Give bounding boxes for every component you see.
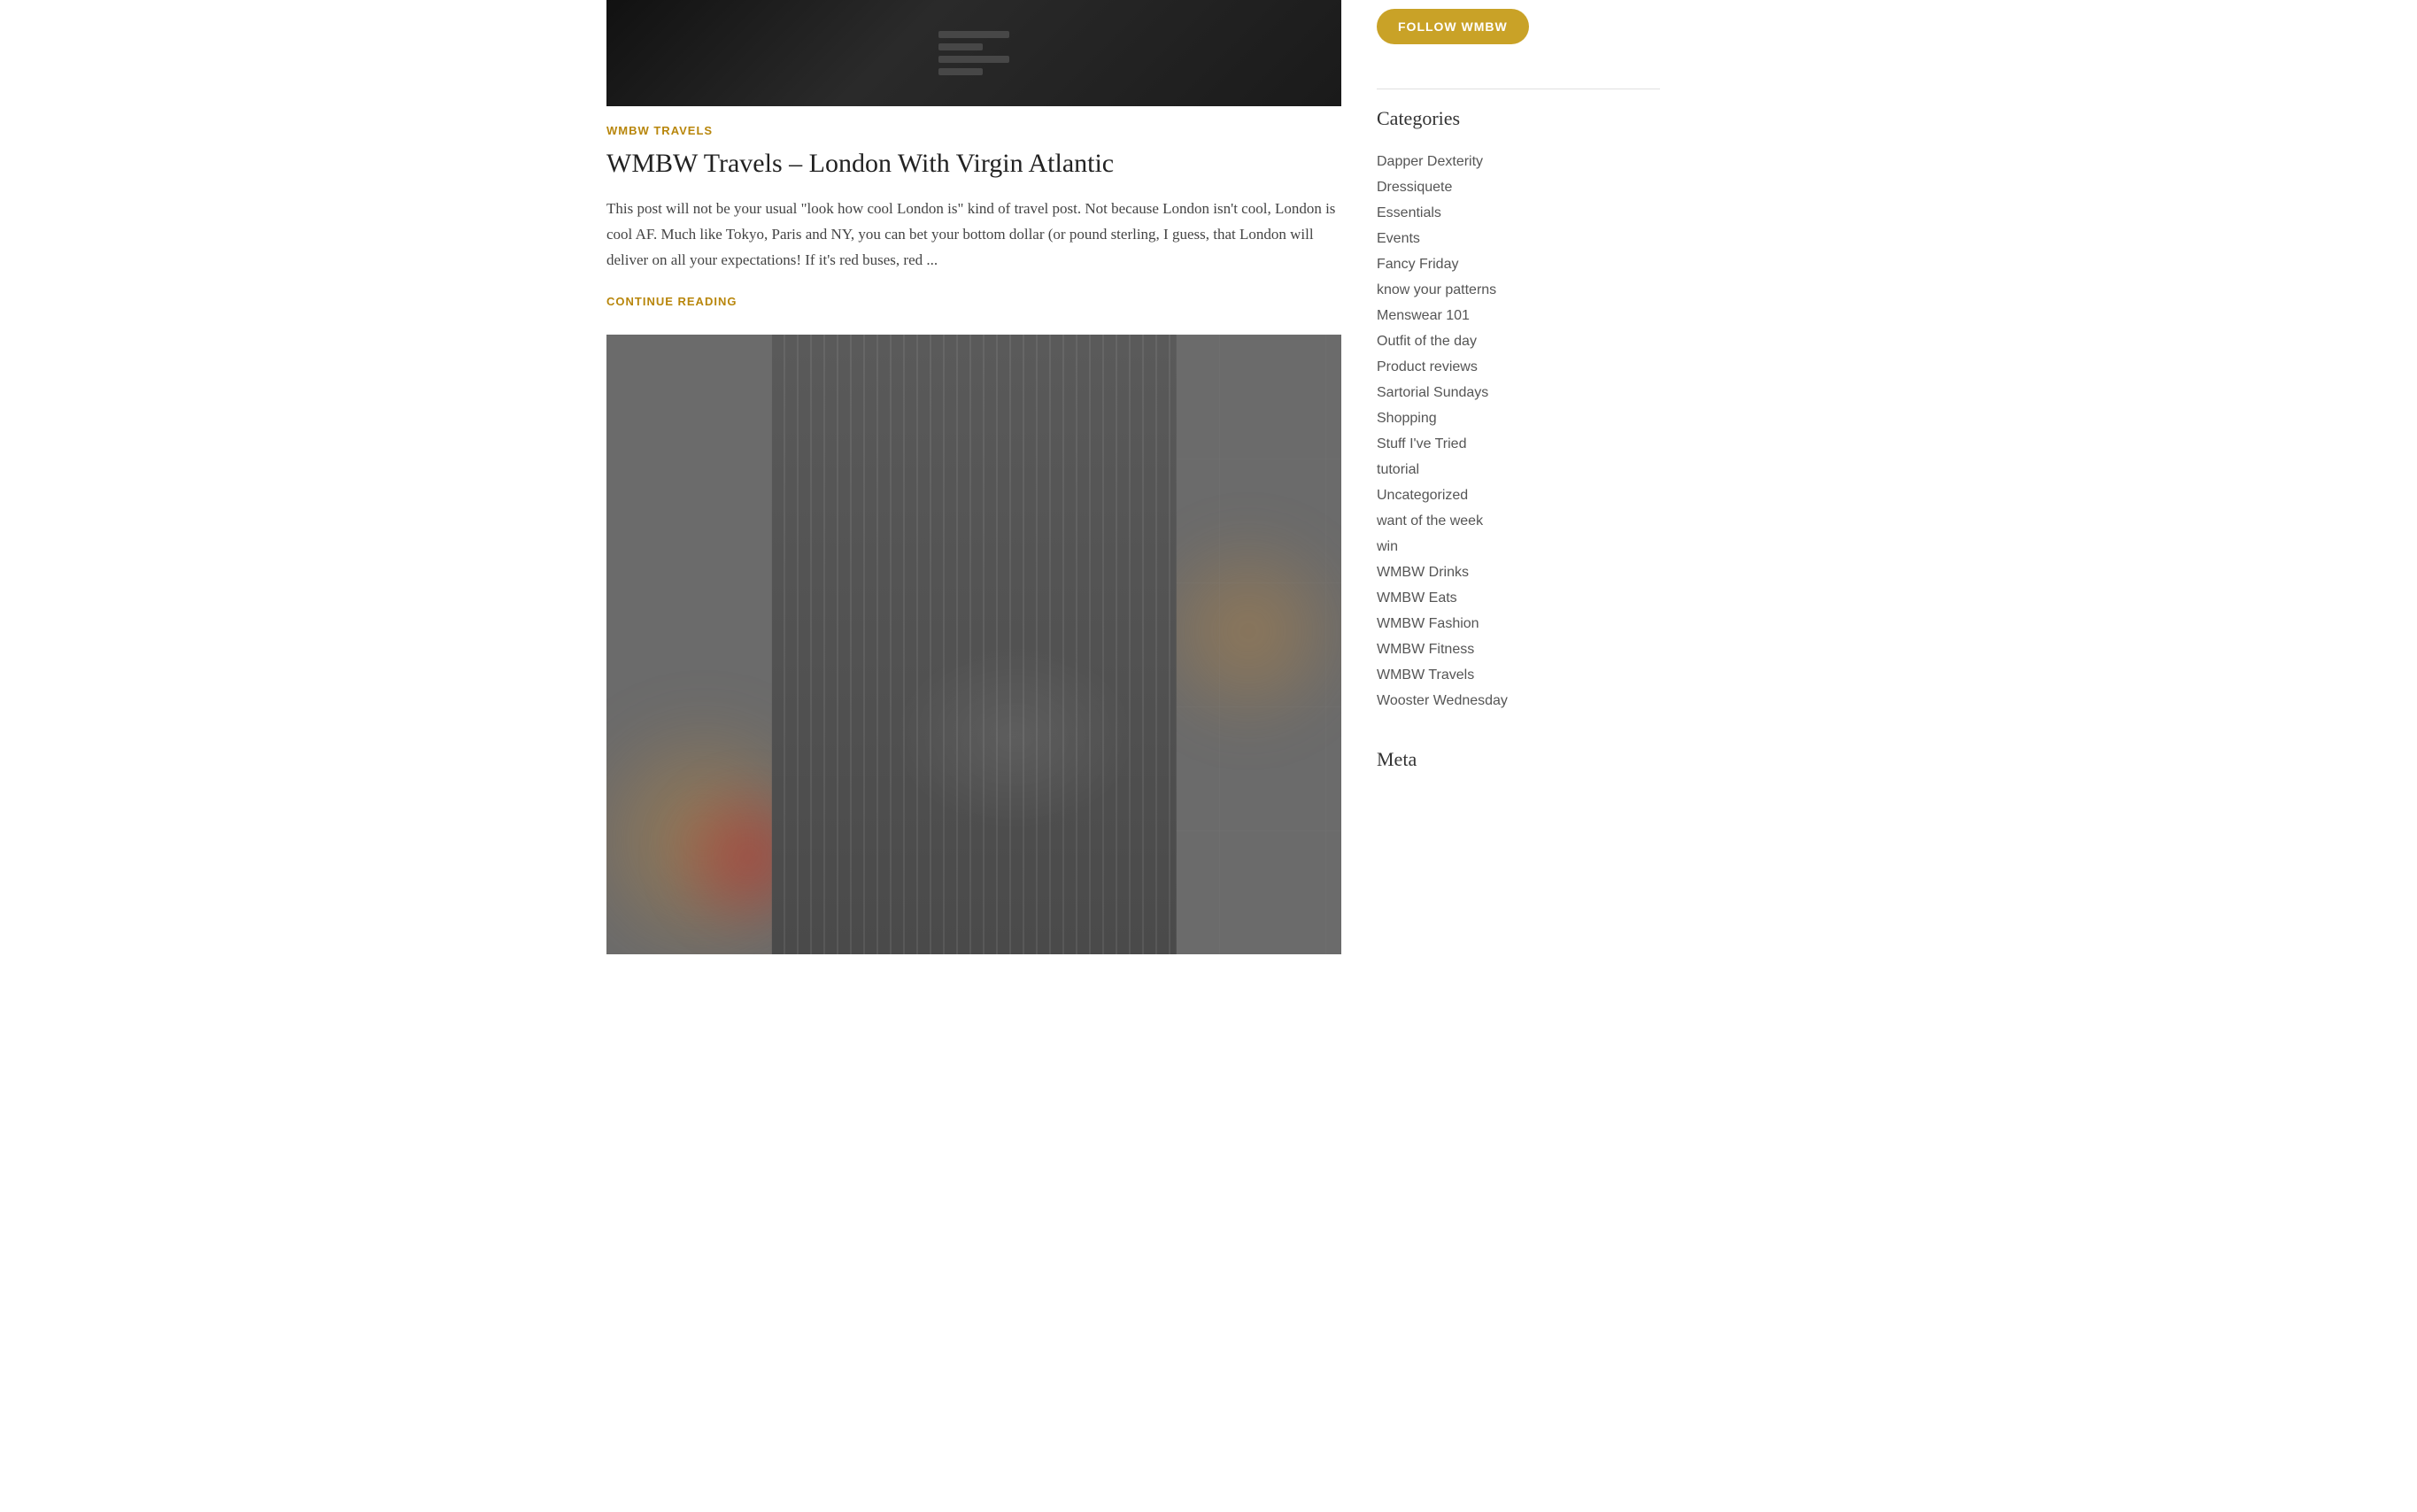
category-link[interactable]: WMBW Fitness <box>1377 642 1474 657</box>
category-item: Fancy Friday <box>1377 251 1660 276</box>
category-link[interactable]: tutorial <box>1377 462 1419 477</box>
category-link[interactable]: WMBW Eats <box>1377 590 1457 606</box>
article-tag: WMBW TRAVELS <box>606 124 1341 137</box>
category-link[interactable]: Events <box>1377 231 1420 246</box>
category-link[interactable]: Shopping <box>1377 411 1437 426</box>
article-title: WMBW Travels – London With Virgin Atlant… <box>606 146 1341 181</box>
category-item: know your patterns <box>1377 276 1660 302</box>
category-link[interactable]: Fancy Friday <box>1377 257 1458 272</box>
ticket-line-4 <box>938 68 983 75</box>
category-link[interactable]: Wooster Wednesday <box>1377 693 1508 708</box>
category-link[interactable]: win <box>1377 539 1398 554</box>
category-link[interactable]: Product reviews <box>1377 359 1478 374</box>
category-item: Essentials <box>1377 199 1660 225</box>
category-link[interactable]: Stuff I've Tried <box>1377 436 1466 451</box>
category-link[interactable]: WMBW Fashion <box>1377 616 1479 631</box>
category-item: WMBW Travels <box>1377 661 1660 687</box>
ticket-graphic <box>938 31 1009 75</box>
category-link[interactable]: WMBW Travels <box>1377 667 1474 683</box>
category-item: WMBW Fitness <box>1377 636 1660 661</box>
meta-title: Meta <box>1377 748 1660 771</box>
main-content: WMBW TRAVELS WMBW Travels – London With … <box>606 0 1377 954</box>
ticket-line-1 <box>938 31 1009 38</box>
category-link[interactable]: Essentials <box>1377 205 1441 220</box>
category-item: Sartorial Sundays <box>1377 379 1660 405</box>
category-item: Uncategorized <box>1377 482 1660 507</box>
category-item: WMBW Eats <box>1377 584 1660 610</box>
category-item: Shopping <box>1377 405 1660 430</box>
category-link[interactable]: Sartorial Sundays <box>1377 385 1488 400</box>
category-link[interactable]: want of the week <box>1377 513 1483 528</box>
continue-reading-link[interactable]: CONTINUE READING <box>606 295 737 308</box>
article-top-image <box>606 0 1341 106</box>
suit-figure <box>772 335 1177 954</box>
category-item: WMBW Drinks <box>1377 559 1660 584</box>
category-item: WMBW Fashion <box>1377 610 1660 636</box>
follow-wmbw-button[interactable]: FOLLOW WMBW <box>1377 9 1529 44</box>
category-item: Stuff I've Tried <box>1377 430 1660 456</box>
sidebar: FOLLOW WMBW Categories Dapper DexterityD… <box>1377 0 1660 954</box>
category-link[interactable]: Uncategorized <box>1377 488 1468 503</box>
category-link[interactable]: Dressiquete <box>1377 180 1452 195</box>
category-item: Menswear 101 <box>1377 302 1660 328</box>
ticket-line-3 <box>938 56 1009 63</box>
category-link[interactable]: Menswear 101 <box>1377 308 1470 323</box>
category-item: Events <box>1377 225 1660 251</box>
category-link[interactable]: Dapper Dexterity <box>1377 154 1483 169</box>
category-item: tutorial <box>1377 456 1660 482</box>
category-item: Outfit of the day <box>1377 328 1660 353</box>
category-link[interactable]: know your patterns <box>1377 282 1496 297</box>
category-link[interactable]: Outfit of the day <box>1377 334 1477 349</box>
category-link[interactable]: WMBW Drinks <box>1377 565 1469 580</box>
ticket-line-2 <box>938 43 983 50</box>
category-item: win <box>1377 533 1660 559</box>
category-item: want of the week <box>1377 507 1660 533</box>
article-excerpt: This post will not be your usual "look h… <box>606 197 1341 274</box>
category-item: Dressiquete <box>1377 174 1660 199</box>
category-item: Product reviews <box>1377 353 1660 379</box>
categories-title: Categories <box>1377 107 1660 130</box>
category-item: Dapper Dexterity <box>1377 148 1660 174</box>
categories-list: Dapper Dexterity Dressiquete Essentials Eve… <box>1377 148 1660 713</box>
article-main-image <box>606 335 1341 954</box>
category-item: Wooster Wednesday <box>1377 687 1660 713</box>
